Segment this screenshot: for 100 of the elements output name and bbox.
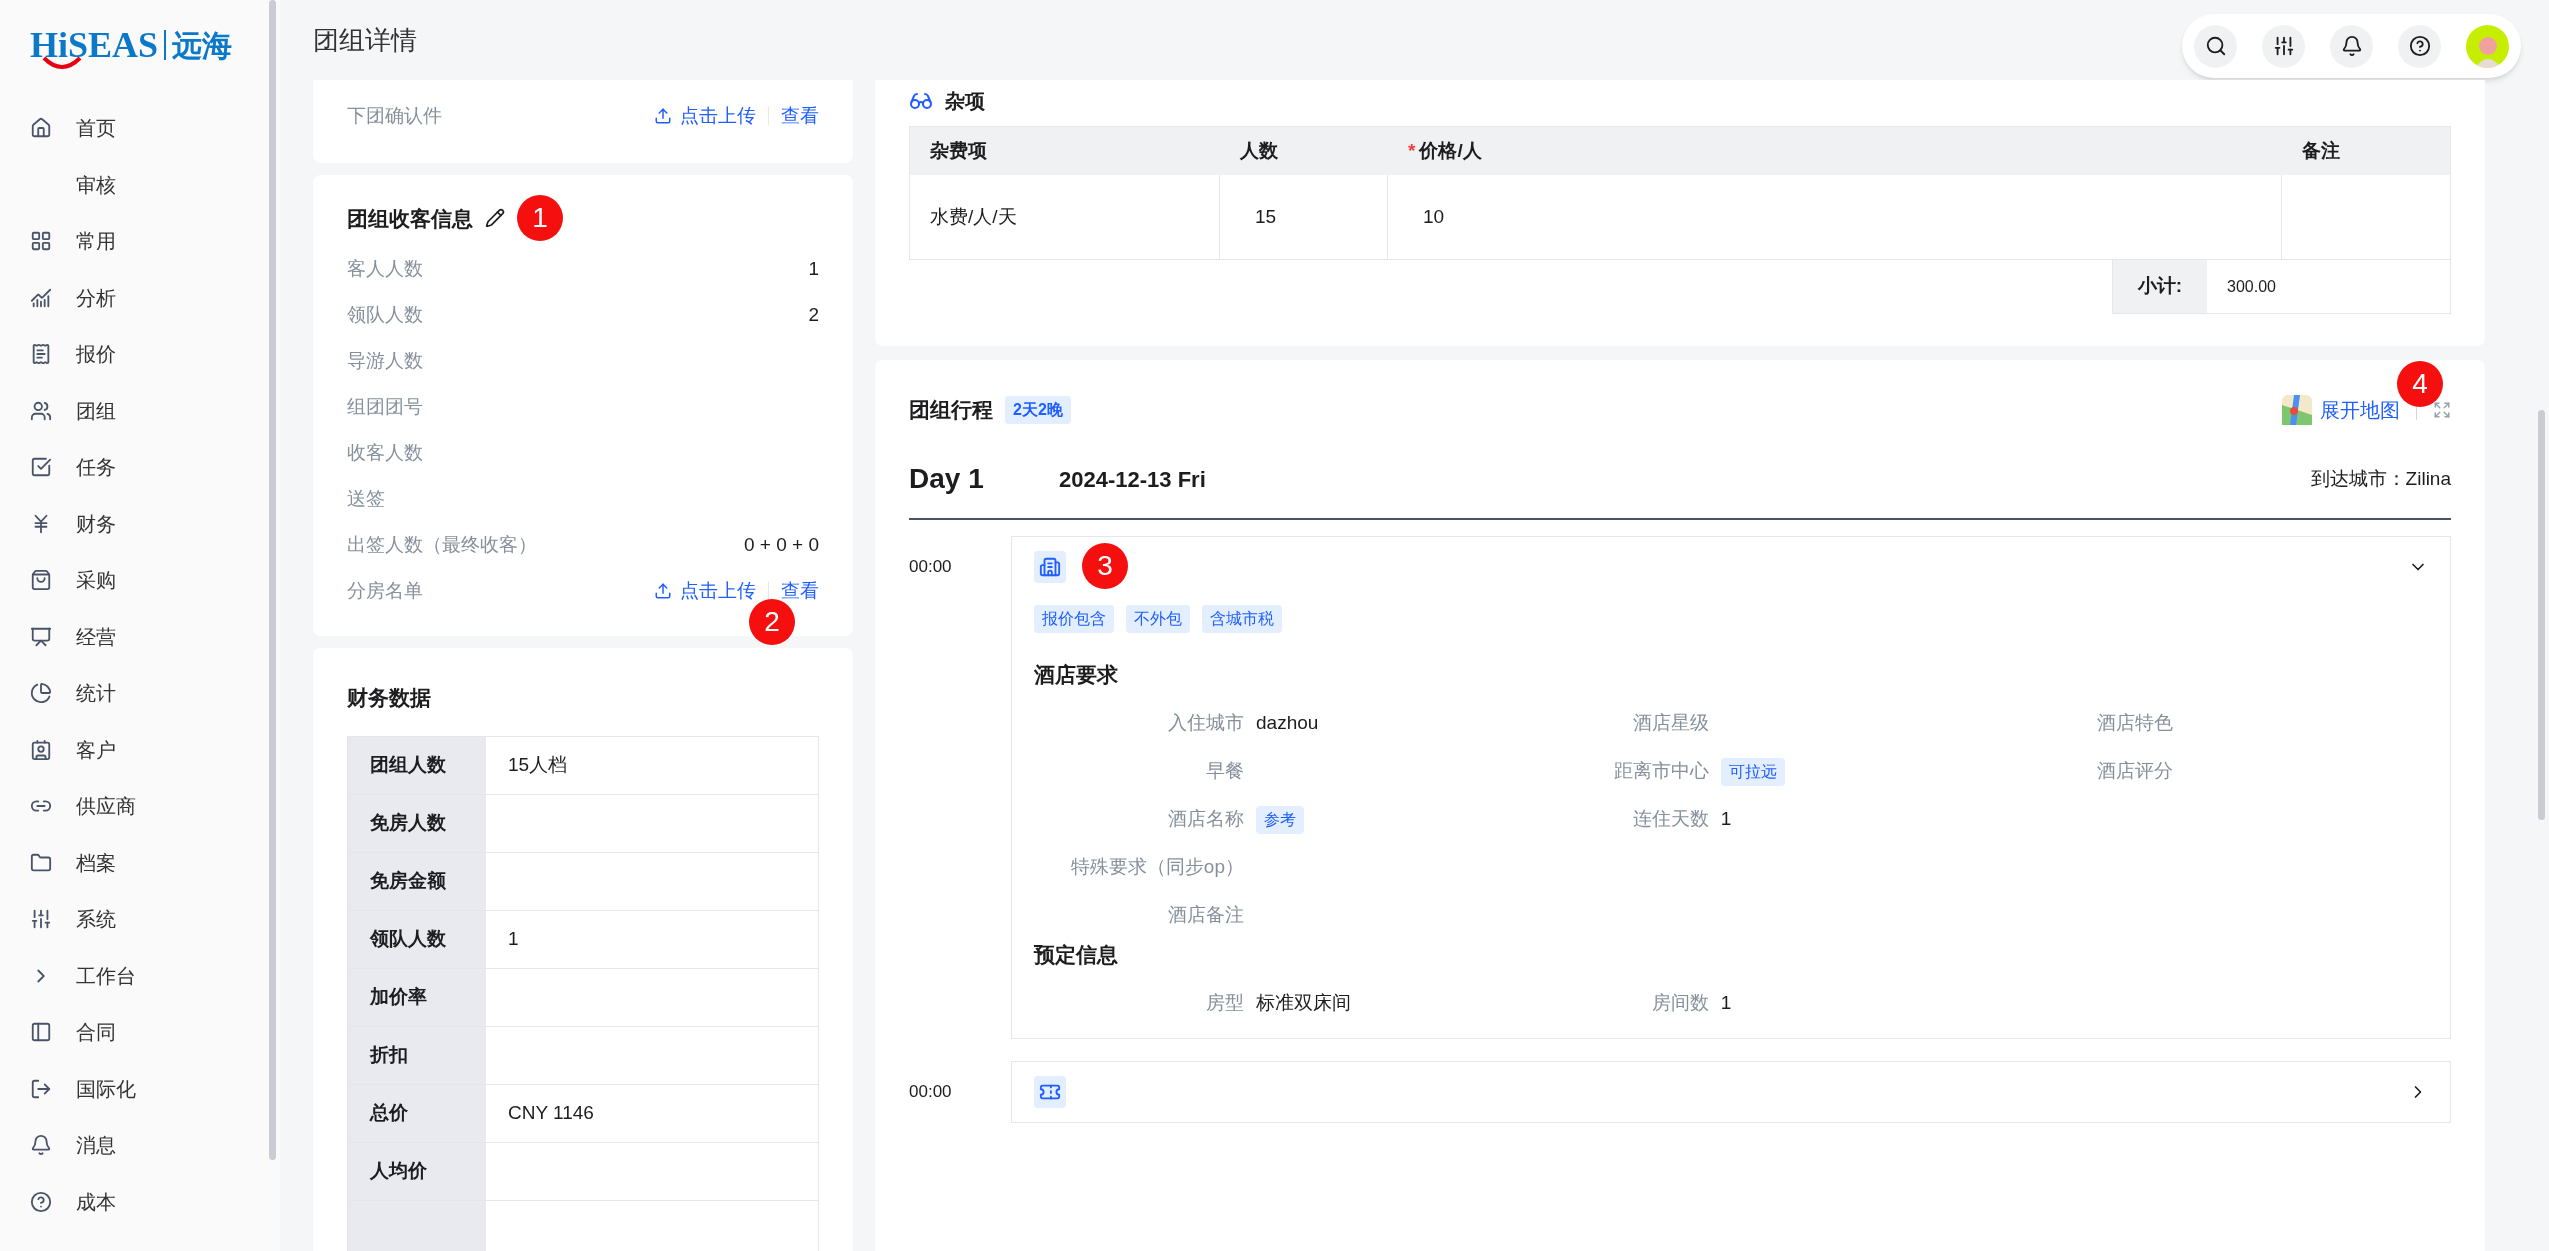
- field-label: 收客人数: [347, 440, 423, 465]
- field-label: 分房名单: [347, 578, 423, 603]
- field-value: dazhou: [1256, 711, 1319, 736]
- sidebar-item[interactable]: 成本: [0, 1173, 280, 1230]
- table-cell-text: 折扣: [370, 1042, 408, 1067]
- sidebar-item[interactable]: 任务: [0, 439, 280, 496]
- sidebar-item[interactable]: 首页: [0, 100, 280, 157]
- edit-icon[interactable]: [485, 208, 505, 229]
- sidebar-item[interactable]: 工作台: [0, 947, 280, 1004]
- nav-icon: [30, 738, 52, 761]
- sidebar-item[interactable]: 报价: [0, 326, 280, 383]
- field-value: 标准双床间: [1256, 990, 1351, 1015]
- field-value: 1: [1720, 990, 1732, 1015]
- nav-icon: [30, 908, 52, 931]
- nav-icon: [30, 851, 52, 874]
- view-link[interactable]: 查看: [781, 102, 819, 131]
- upload-icon: [654, 107, 672, 126]
- sidebar-item[interactable]: 常用: [0, 213, 280, 270]
- table-cell-text: 10: [1423, 204, 1445, 229]
- field-label: 入住城市: [1167, 711, 1244, 736]
- sidebar-item[interactable]: 系统: [0, 891, 280, 948]
- field-value: 0 + 0 + 0: [744, 532, 819, 557]
- table-cell-text: 领队人数: [370, 926, 446, 951]
- field-label: 出签人数（最终收客）: [347, 532, 537, 557]
- field-label: 导游人数: [347, 348, 423, 373]
- nav-icon: [30, 1021, 52, 1044]
- sidebar-item[interactable]: 供应商: [0, 778, 280, 835]
- sidebar-item[interactable]: 消息: [0, 1117, 280, 1174]
- field-value: 1: [808, 256, 819, 281]
- nav-icon: [30, 286, 52, 309]
- card-title: 团组收客信息: [347, 205, 473, 232]
- field-label: 酒店评分: [2096, 759, 2174, 784]
- entry-time: 00:00: [909, 1081, 953, 1103]
- fullscreen-icon[interactable]: [2433, 401, 2451, 419]
- column-header: 备注: [2302, 138, 2340, 163]
- table-cell-text: CNY 1146: [508, 1100, 594, 1125]
- field-label: 房型: [1205, 990, 1244, 1015]
- sidebar-item[interactable]: 采购: [0, 552, 280, 609]
- field-label: 连住天数: [1631, 807, 1709, 832]
- tag: 可拉远: [1720, 757, 1785, 786]
- tag: 含城市税: [1202, 605, 1282, 633]
- field-label: 房间数: [1650, 990, 1709, 1015]
- nav-icon: [30, 682, 52, 705]
- section-title: 酒店要求: [1034, 662, 1119, 688]
- field-label: 酒店备注: [1167, 903, 1244, 928]
- duration-tag: 2天2晚: [1005, 396, 1071, 424]
- card-title: 财务数据: [347, 685, 432, 711]
- upload-link[interactable]: 点击上传: [654, 102, 756, 131]
- sidebar-item[interactable]: 团组: [0, 382, 280, 439]
- sidebar-item[interactable]: 客户: [0, 721, 280, 778]
- field-label: 酒店名称: [1167, 807, 1244, 832]
- field-label: 特殊要求（同步op）: [1069, 855, 1244, 880]
- nav-icon: [30, 230, 52, 253]
- nav-icon: [30, 456, 52, 479]
- sidebar-item[interactable]: 国际化: [0, 1060, 280, 1117]
- table-cell-text: 人均价: [370, 1158, 427, 1183]
- field-value: 1: [1720, 807, 1732, 832]
- table-cell-text: 15人档: [508, 752, 568, 777]
- help-button[interactable]: [2398, 24, 2441, 68]
- itinerary-entry[interactable]: 3 报价包含 不外包 含城市税 酒店要求 入住城市 dazhou 酒店星级 酒店特色 早餐 距离市中心 可拉远 酒店评分 酒店名称 参考 连住天数 1 特殊要求（同步op） 酒店备注 预定信息 房型 标准双床间 房间数 1: [1011, 536, 2451, 1039]
- table-cell-text: 水费/人/天: [930, 204, 1017, 229]
- sidebar-item[interactable]: 经营: [0, 608, 280, 665]
- logo: HiSEAS 远海: [30, 18, 233, 72]
- subtotal-value: 300.00: [2226, 276, 2277, 297]
- table-cell-text: 总价: [370, 1100, 408, 1125]
- sidebar-item[interactable]: 审核: [0, 156, 280, 213]
- table-cell-text: 免房金额: [370, 868, 446, 893]
- table-cell-text: 15: [1255, 204, 1277, 229]
- table-cell-text: 团组人数: [370, 752, 446, 777]
- nav-icon: [30, 625, 52, 648]
- settings-button[interactable]: [2262, 24, 2305, 68]
- field-value: 2: [808, 302, 819, 327]
- sidebar-item[interactable]: 分析: [0, 269, 280, 326]
- search-icon: [2204, 35, 2227, 57]
- nav-icon: [30, 399, 52, 422]
- sidebar-item[interactable]: 统计: [0, 665, 280, 722]
- column-header: * 价格/人: [1408, 138, 1482, 163]
- subtotal-label: 小计:: [2113, 260, 2207, 313]
- search-button[interactable]: [2194, 24, 2237, 68]
- nav-icon: [30, 1077, 52, 1100]
- nav-icon: [30, 569, 52, 592]
- nav-icon: [30, 117, 52, 140]
- card-title: 杂项: [945, 89, 985, 114]
- field-label: 组团团号: [347, 394, 423, 419]
- sidebar-item[interactable]: 合同: [0, 1004, 280, 1061]
- nav-icon: [30, 343, 52, 366]
- field-label: 酒店星级: [1631, 711, 1709, 736]
- notification-button[interactable]: [2330, 24, 2373, 68]
- number-marker: 4: [2397, 361, 2443, 407]
- entry-time: 00:00: [909, 556, 953, 578]
- section-title: 预定信息: [1034, 941, 1119, 968]
- nav-icon: [30, 1134, 52, 1157]
- map-icon: [2282, 395, 2312, 425]
- arrival-city: 到达城市：Zilina: [2310, 466, 2451, 491]
- tag: 报价包含: [1034, 605, 1114, 633]
- sidebar-item[interactable]: 档案: [0, 834, 280, 891]
- expand-map-link[interactable]: 展开地图: [2320, 395, 2400, 425]
- sidebar-item[interactable]: 财务: [0, 495, 280, 552]
- number-marker: 3: [1082, 543, 1128, 589]
- nav-icon: [30, 1190, 52, 1213]
